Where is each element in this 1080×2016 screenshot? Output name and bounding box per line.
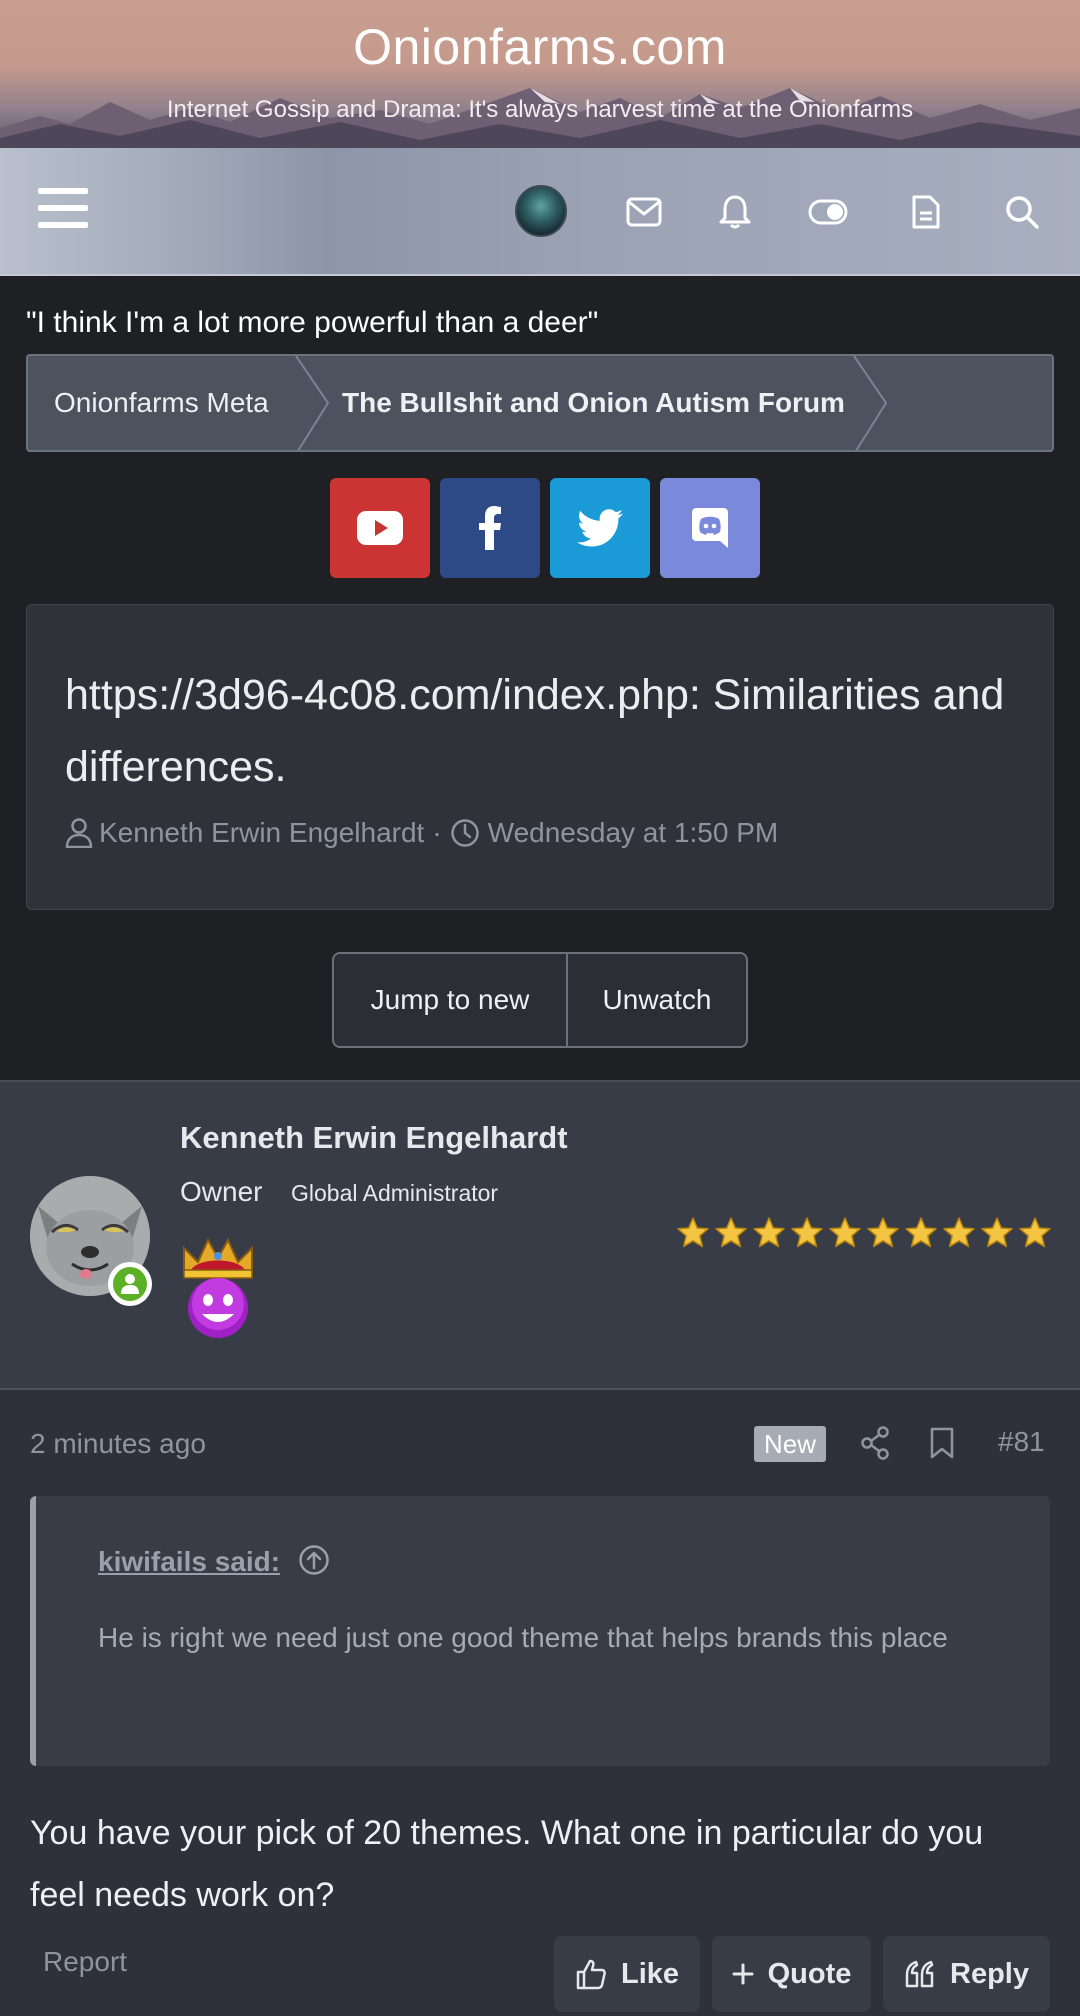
king-emoji-icon xyxy=(176,1234,260,1345)
post-message: You have your pick of 20 themes. What on… xyxy=(30,1814,984,1914)
new-badge: New xyxy=(754,1426,827,1462)
star-icon xyxy=(714,1216,748,1255)
star-icon xyxy=(790,1216,824,1255)
mail-icon[interactable] xyxy=(620,188,668,236)
post-body: 2 minutes ago New #81 kiwifails said: He… xyxy=(0,1390,1080,2016)
star-icon xyxy=(904,1216,938,1255)
arrow-up-circle-icon[interactable] xyxy=(298,1544,330,1581)
thread-action-group: Jump to new Unwatch xyxy=(332,952,748,1048)
report-link[interactable]: Report xyxy=(43,1946,127,1978)
site-title[interactable]: Onionfarms.com xyxy=(0,18,1080,76)
menu-icon[interactable] xyxy=(38,188,90,236)
breadcrumb-item-meta[interactable]: Onionfarms Meta xyxy=(54,356,269,450)
bell-icon[interactable] xyxy=(711,188,759,236)
thread-meta: Kenneth Erwin Engelhardt · Wednesday at … xyxy=(65,817,778,849)
discord-icon xyxy=(692,508,728,548)
like-label: Like xyxy=(620,1957,680,1990)
star-icon xyxy=(676,1216,710,1255)
user-avatar[interactable] xyxy=(515,185,567,237)
thread-date[interactable]: Wednesday at 1:50 PM xyxy=(488,817,779,849)
twitter-icon xyxy=(577,509,623,547)
toggle-icon[interactable] xyxy=(804,188,852,236)
star-icon xyxy=(980,1216,1014,1255)
search-icon[interactable] xyxy=(998,188,1046,236)
online-status-icon xyxy=(108,1262,152,1306)
share-icon[interactable] xyxy=(860,1426,890,1465)
quote-author-link[interactable]: kiwifails said: xyxy=(98,1546,280,1578)
star-icon xyxy=(752,1216,786,1255)
post-user-info: Kenneth Erwin Engelhardt Owner Global Ad… xyxy=(0,1080,1080,1390)
youtube-icon xyxy=(357,511,403,545)
star-icon xyxy=(866,1216,900,1255)
breadcrumb-item-forum[interactable]: The Bullshit and Onion Autism Forum xyxy=(342,356,845,450)
reply-label: Reply xyxy=(950,1957,1029,1990)
meta-separator: · xyxy=(432,817,442,848)
twitter-button[interactable] xyxy=(550,478,650,578)
thread-title: https://3d96-4c08.com/index.php: Similar… xyxy=(65,671,1005,791)
document-icon[interactable] xyxy=(902,188,950,236)
jump-to-new-button[interactable]: Jump to new xyxy=(334,954,568,1046)
post-user-banner: Global Administrator xyxy=(291,1180,499,1206)
user-icon xyxy=(65,818,93,848)
quote-button[interactable]: Quote xyxy=(712,1936,871,2012)
thread-author[interactable]: Kenneth Erwin Engelhardt xyxy=(99,817,424,849)
header-quote: "I think I'm a lot more powerful than a … xyxy=(26,306,599,339)
site-banner: Onionfarms.com Internet Gossip and Drama… xyxy=(0,0,1080,148)
facebook-icon xyxy=(479,506,501,550)
breadcrumb: Onionfarms Meta The Bullshit and Onion A… xyxy=(26,354,1054,452)
plus-icon xyxy=(732,1963,754,1985)
star-icon xyxy=(828,1216,862,1255)
quote-marks-icon xyxy=(905,1960,934,1988)
clock-icon xyxy=(450,819,479,847)
like-button[interactable]: Like xyxy=(554,1936,700,2012)
post-user-title: Owner xyxy=(180,1176,263,1207)
discord-button[interactable] xyxy=(660,478,760,578)
user-rating-stars xyxy=(676,1216,1056,1255)
reply-button[interactable]: Reply xyxy=(883,1936,1050,2012)
post-timestamp[interactable]: 2 minutes ago xyxy=(30,1428,206,1460)
quote-label: Quote xyxy=(767,1957,852,1990)
post-number[interactable]: #81 xyxy=(998,1426,1045,1458)
post-username[interactable]: Kenneth Erwin Engelhardt xyxy=(180,1120,568,1156)
bookmark-icon[interactable] xyxy=(929,1426,955,1465)
unwatch-button[interactable]: Unwatch xyxy=(568,954,746,1046)
facebook-button[interactable] xyxy=(440,478,540,578)
thread-header-card: https://3d96-4c08.com/index.php: Similar… xyxy=(26,604,1054,910)
star-icon xyxy=(942,1216,976,1255)
quote-text: He is right we need just one good theme … xyxy=(98,1622,948,1653)
site-tagline: Internet Gossip and Drama: It's always h… xyxy=(166,96,914,123)
star-icon xyxy=(1018,1216,1052,1255)
quote-block: kiwifails said: He is right we need just… xyxy=(30,1496,1050,1766)
youtube-button[interactable] xyxy=(330,478,430,578)
thumbs-up-icon xyxy=(576,1959,606,1990)
